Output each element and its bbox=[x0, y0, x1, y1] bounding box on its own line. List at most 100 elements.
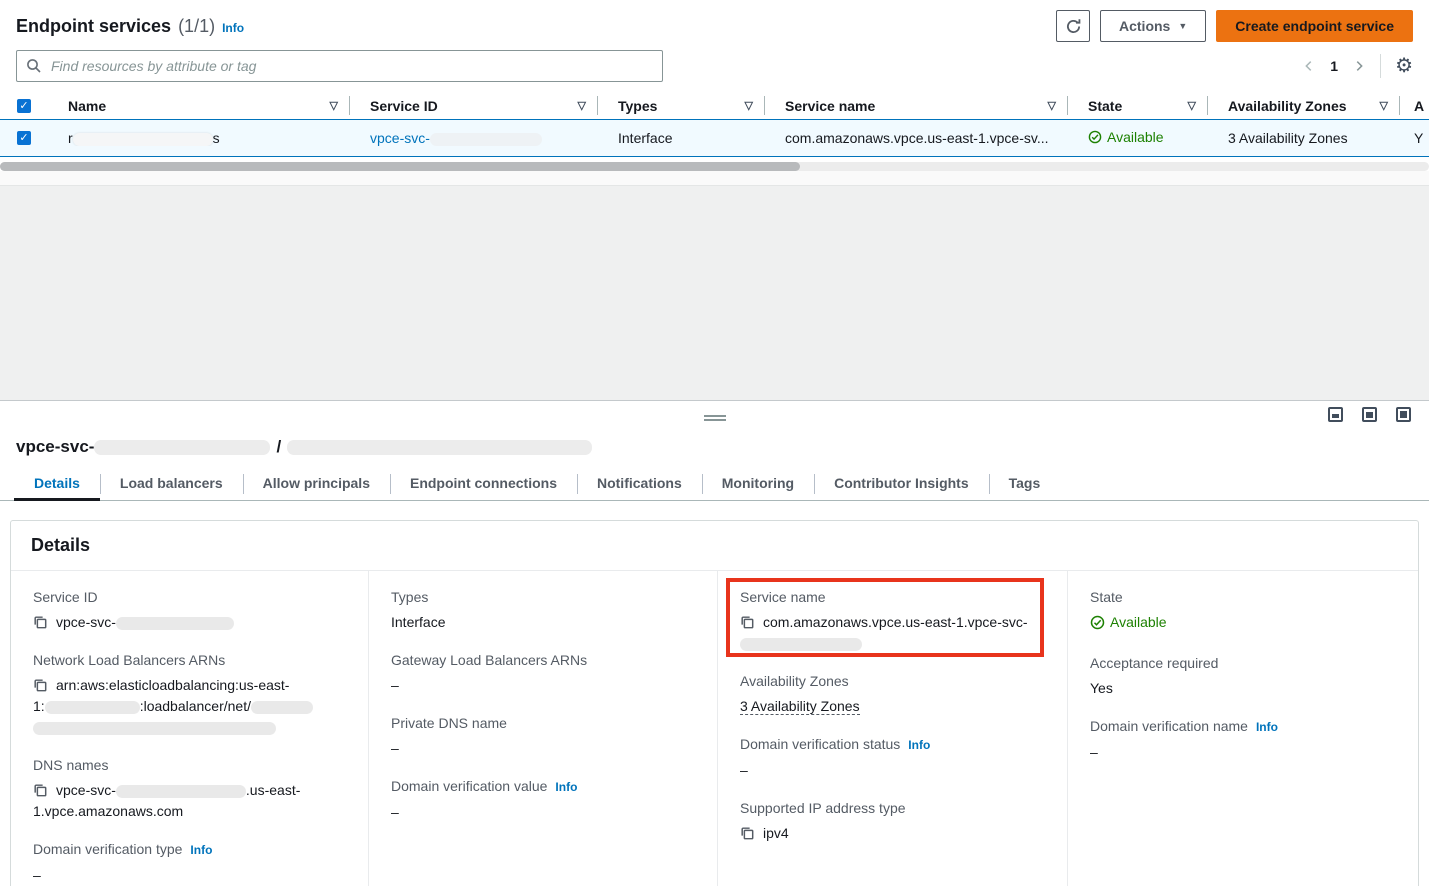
field-label: Gateway Load Balancers ARNs bbox=[391, 650, 695, 670]
info-link[interactable]: Info bbox=[555, 780, 577, 794]
state-label: Available bbox=[1107, 129, 1164, 145]
chevron-down-icon: ▼ bbox=[1178, 21, 1187, 31]
panel-position-large-icon[interactable] bbox=[1396, 407, 1411, 422]
field-label: Acceptance required bbox=[1090, 653, 1396, 673]
status-badge: Available bbox=[1088, 129, 1164, 145]
cell-partial: Y bbox=[1400, 130, 1429, 146]
column-header-availability-zones[interactable]: Availability Zones ▽ bbox=[1208, 92, 1400, 119]
tab-bar: Details Load balancers Allow principals … bbox=[0, 469, 1429, 501]
availability-zones-link[interactable]: 3 Availability Zones bbox=[1228, 130, 1348, 146]
horizontal-scrollbar[interactable] bbox=[0, 162, 1429, 171]
details-card-heading: Details bbox=[11, 521, 1418, 571]
service-id-link[interactable]: vpce-svc- bbox=[370, 130, 542, 146]
cell-types: Interface bbox=[598, 130, 765, 146]
copy-icon[interactable] bbox=[740, 826, 754, 840]
details-column-2: Types Interface Gateway Load Balancers A… bbox=[368, 571, 717, 886]
column-header-state[interactable]: State ▽ bbox=[1068, 92, 1208, 119]
details-column-4: State Available Acceptance required Yes … bbox=[1067, 571, 1418, 886]
status-badge: Available bbox=[1090, 612, 1167, 633]
copy-icon[interactable] bbox=[740, 615, 754, 629]
name-text: r bbox=[68, 130, 73, 146]
table-header: ✓ Name ▽ Service ID ▽ Types ▽ Service na… bbox=[0, 92, 1429, 119]
search-input[interactable] bbox=[16, 50, 663, 82]
chevron-right-icon bbox=[1352, 59, 1366, 73]
column-header-name[interactable]: Name ▽ bbox=[48, 92, 350, 119]
filter-icon[interactable]: ▽ bbox=[330, 99, 338, 112]
scrollbar-thumb[interactable] bbox=[0, 162, 800, 171]
column-header-types[interactable]: Types ▽ bbox=[598, 92, 765, 119]
field-label: Service ID bbox=[33, 587, 346, 607]
field-label: Domain verification statusInfo bbox=[740, 734, 1045, 755]
actions-button[interactable]: Actions ▼ bbox=[1100, 10, 1206, 42]
actions-button-label: Actions bbox=[1119, 18, 1170, 34]
tab-label: Monitoring bbox=[722, 475, 794, 491]
state-label: Available bbox=[1110, 612, 1167, 633]
settings-gear-icon[interactable]: ⚙ bbox=[1395, 56, 1413, 76]
field-value-text: ipv4 bbox=[763, 825, 789, 841]
redacted bbox=[740, 638, 862, 651]
previous-page-button[interactable] bbox=[1302, 59, 1316, 73]
check-circle-icon bbox=[1090, 615, 1105, 630]
tab-details[interactable]: Details bbox=[14, 469, 100, 500]
filter-icon[interactable]: ▽ bbox=[578, 99, 586, 112]
panel-title: vpce-svc-/ bbox=[0, 435, 1429, 457]
content-background bbox=[0, 185, 1429, 400]
page-header: Endpoint services (1/1) Info Actions ▼ C… bbox=[0, 0, 1429, 46]
field-glb-arns: Gateway Load Balancers ARNs – bbox=[391, 650, 695, 696]
info-link[interactable]: Info bbox=[222, 21, 244, 35]
select-all-checkbox[interactable]: ✓ bbox=[17, 99, 31, 113]
cell-service-name: com.amazonaws.vpce.us-east-1.vpce-sv... bbox=[765, 130, 1068, 146]
info-link[interactable]: Info bbox=[1256, 720, 1278, 734]
refresh-button[interactable] bbox=[1056, 10, 1090, 42]
panel-drag-handle[interactable] bbox=[704, 415, 726, 421]
tab-load-balancers[interactable]: Load balancers bbox=[100, 469, 243, 500]
tab-monitoring[interactable]: Monitoring bbox=[702, 469, 814, 500]
panel-position-medium-icon[interactable] bbox=[1362, 407, 1377, 422]
redacted bbox=[45, 701, 140, 714]
create-endpoint-service-button[interactable]: Create endpoint service bbox=[1216, 10, 1413, 42]
field-domain-verification-type: Domain verification typeInfo – bbox=[33, 839, 346, 886]
tab-allow-principals[interactable]: Allow principals bbox=[243, 469, 390, 500]
tab-endpoint-connections[interactable]: Endpoint connections bbox=[390, 469, 577, 500]
copy-icon[interactable] bbox=[33, 678, 47, 692]
filter-icon[interactable]: ▽ bbox=[1380, 99, 1388, 112]
field-value-text: com.amazonaws.vpce.us-east-1.vpce-svc- bbox=[763, 614, 1028, 630]
table-row[interactable]: ✓ rs vpce-svc- Interface com.amazonaws.v… bbox=[0, 119, 1429, 157]
column-label: Service name bbox=[785, 98, 875, 114]
copy-icon[interactable] bbox=[33, 615, 47, 629]
info-link[interactable]: Info bbox=[190, 843, 212, 857]
copy-icon[interactable] bbox=[33, 783, 47, 797]
tab-contributor-insights[interactable]: Contributor Insights bbox=[814, 469, 989, 500]
field-domain-verification-name: Domain verification nameInfo – bbox=[1090, 716, 1396, 763]
search-box[interactable] bbox=[16, 50, 663, 82]
field-label: Domain verification valueInfo bbox=[391, 776, 695, 797]
availability-zones-link[interactable]: 3 Availability Zones bbox=[740, 698, 860, 715]
field-value-text: :loadbalancer/net/ bbox=[140, 698, 251, 714]
search-icon bbox=[26, 58, 42, 74]
field-value-text: 1: bbox=[33, 698, 45, 714]
filter-icon[interactable]: ▽ bbox=[1188, 99, 1196, 112]
row-checkbox[interactable]: ✓ bbox=[17, 131, 31, 145]
tab-notifications[interactable]: Notifications bbox=[577, 469, 702, 500]
column-header-service-id[interactable]: Service ID ▽ bbox=[350, 92, 598, 119]
filter-icon[interactable]: ▽ bbox=[745, 99, 753, 112]
panel-position-small-icon[interactable] bbox=[1328, 407, 1343, 422]
field-value-text: – bbox=[1090, 742, 1396, 763]
field-value-text: 1.vpce.amazonaws.com bbox=[33, 803, 183, 819]
divider bbox=[1380, 54, 1381, 78]
cell-name: rs bbox=[48, 130, 350, 146]
field-nlb-arns: Network Load Balancers ARNs arn:aws:elas… bbox=[33, 650, 346, 738]
info-link[interactable]: Info bbox=[908, 738, 930, 752]
current-page[interactable]: 1 bbox=[1330, 58, 1338, 74]
chevron-left-icon bbox=[1302, 59, 1316, 73]
column-header-service-name[interactable]: Service name ▽ bbox=[765, 92, 1068, 119]
redacted bbox=[116, 617, 234, 630]
table-bottom-padding bbox=[0, 171, 1429, 185]
next-page-button[interactable] bbox=[1352, 59, 1366, 73]
table-toolbar: 1 ⚙ bbox=[0, 46, 1429, 92]
field-value-text: .us-east- bbox=[246, 782, 300, 798]
filter-icon[interactable]: ▽ bbox=[1048, 99, 1056, 112]
tab-tags[interactable]: Tags bbox=[989, 469, 1061, 500]
field-service-id: Service ID vpce-svc- bbox=[33, 587, 346, 633]
column-label: Availability Zones bbox=[1228, 98, 1347, 114]
